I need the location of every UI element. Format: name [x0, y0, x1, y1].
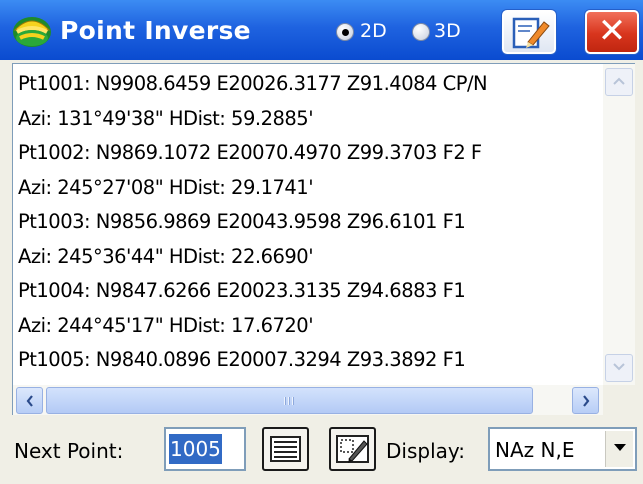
radio-2d[interactable]	[336, 23, 354, 41]
vertical-scrollbar[interactable]	[603, 64, 635, 385]
window-title: Point Inverse	[60, 16, 251, 45]
close-button[interactable]: ✕	[585, 10, 639, 54]
map-select-icon	[336, 435, 369, 463]
result-line: Pt1002: N9869.1072 E20070.4970 Z99.3703 …	[18, 141, 482, 164]
edit-button[interactable]	[502, 10, 556, 54]
carlson-helmet-icon	[13, 17, 51, 47]
next-point-input[interactable]: 1005	[164, 427, 246, 471]
result-line: Pt1001: N9908.6459 E20026.3177 Z91.4084 …	[18, 72, 488, 95]
display-value: NAz N,E	[495, 438, 575, 462]
chevron-right-icon	[582, 395, 589, 407]
results-list[interactable]: Pt1001: N9908.6459 E20026.3177 Z91.4084 …	[12, 63, 635, 415]
chevron-up-icon	[613, 77, 625, 85]
result-line: Pt1004: N9847.6266 E20023.3135 Z94.6883 …	[18, 279, 466, 302]
scroll-thumb[interactable]	[46, 387, 533, 414]
list-lines-icon	[270, 436, 301, 462]
display-label: Display:	[386, 439, 466, 463]
horizontal-scrollbar[interactable]	[13, 385, 603, 415]
result-line: Azi: 244°45'17" HDist: 17.6720'	[18, 313, 314, 337]
radio-3d-label[interactable]: 3D	[434, 20, 461, 42]
title-bar: Point Inverse 2D 3D ✕	[0, 0, 643, 60]
result-line: Pt1003: N9856.9869 E20043.9598 Z96.6101 …	[18, 210, 466, 233]
radio-3d[interactable]	[412, 23, 430, 41]
result-line: Azi: 131°49'38" HDist: 59.2885'	[18, 106, 314, 130]
scroll-right-button[interactable]	[572, 387, 599, 414]
next-point-value[interactable]: 1005	[169, 434, 222, 464]
next-point-label: Next Point:	[14, 439, 124, 463]
results-lines: Pt1001: N9908.6459 E20026.3177 Z91.4084 …	[18, 67, 600, 385]
scroll-corner	[603, 385, 635, 415]
chevron-down-icon	[613, 363, 625, 371]
display-select[interactable]: NAz N,E	[488, 427, 637, 471]
map-select-button[interactable]	[329, 427, 376, 471]
result-line: Azi: 245°27'08" HDist: 29.1741'	[18, 175, 314, 199]
result-line: Azi: 245°36'44" HDist: 22.6690'	[18, 244, 314, 268]
chevron-left-icon	[26, 395, 33, 407]
thumb-grip	[284, 397, 296, 405]
edit-notes-icon	[512, 17, 550, 49]
chevron-down-icon	[613, 444, 626, 451]
result-line: Pt1005: N9840.0896 E20007.3294 Z93.3892 …	[18, 348, 466, 371]
radio-2d-label[interactable]: 2D	[360, 20, 387, 42]
scroll-left-button[interactable]	[16, 387, 43, 414]
scroll-down-button[interactable]	[605, 354, 633, 382]
scroll-up-button[interactable]	[605, 68, 633, 96]
list-button[interactable]	[262, 427, 309, 471]
dropdown-button[interactable]	[605, 431, 633, 467]
